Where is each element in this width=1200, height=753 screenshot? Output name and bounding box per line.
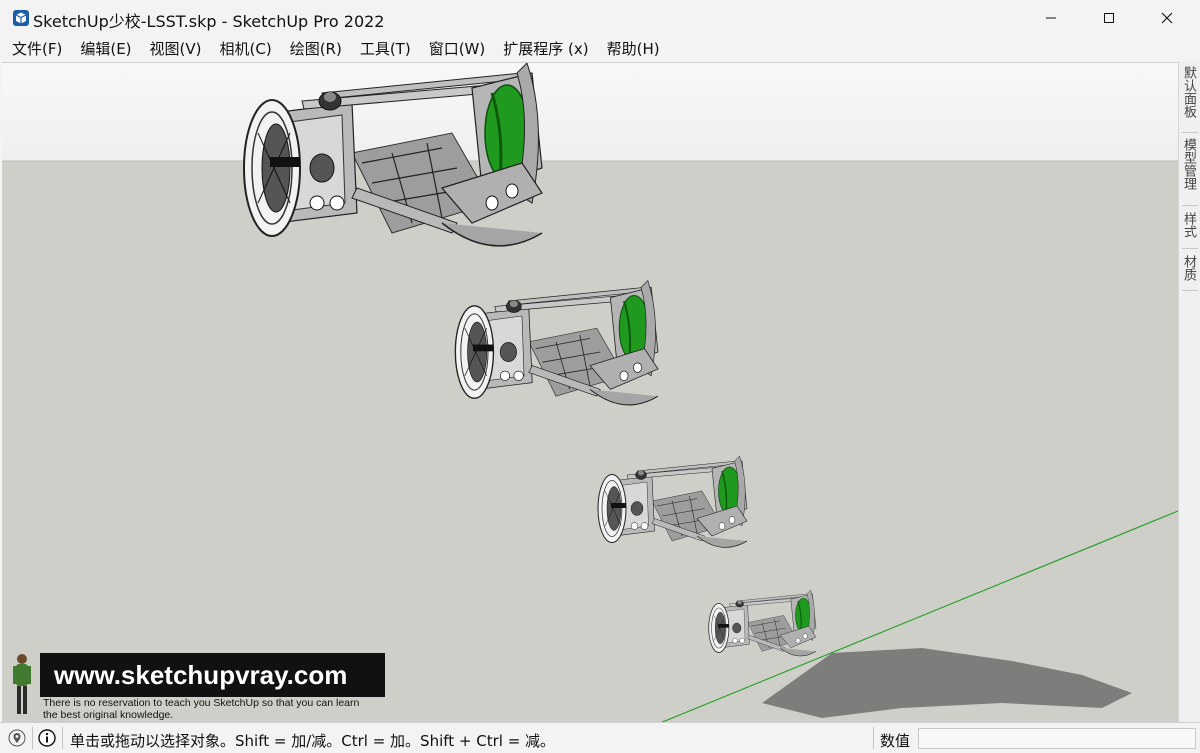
menu-view[interactable]: 视图(V) [142,36,210,62]
status-divider [62,727,63,749]
sky [2,63,1178,161]
menu-file[interactable]: 文件(F) [4,36,70,62]
maximize-icon [1104,13,1114,23]
scene-canvas [2,63,1178,722]
status-divider [873,727,874,749]
watermark-caption-2: the best original knowledge. [43,709,174,721]
sketchup-logo-icon [13,10,29,26]
default-tray: 默认面板 模型管理 样式 材质 [1178,62,1200,722]
status-divider [32,727,33,749]
menu-help[interactable]: 帮助(H) [599,36,668,62]
menu-tools[interactable]: 工具(T) [352,36,419,62]
model-viewport[interactable] [2,62,1178,722]
window-title: SketchUp少校-LSST.skp - SketchUp Pro 2022 [33,12,385,31]
menu-draw[interactable]: 绘图(R) [282,36,350,62]
ground [2,161,1178,722]
tray-tab-styles[interactable]: 样式 [1181,212,1198,238]
tray-tab-default-panel[interactable]: 默认面板 [1181,66,1198,118]
title-bar: SketchUp少校-LSST.skp - SketchUp Pro 2022 [0,0,1200,36]
watermark-caption-1: There is no reservation to teach you Ske… [43,697,360,709]
menu-edit[interactable]: 编辑(E) [72,36,139,62]
sketchup-window: SketchUp少校-LSST.skp - SketchUp Pro 2022 … [0,0,1200,753]
watermark-url: www.sketchupvray.com [54,660,348,690]
close-icon [1161,12,1173,24]
menu-camera[interactable]: 相机(C) [212,36,280,62]
tray-tab-model-manager[interactable]: 模型管理 [1181,138,1198,190]
menu-window[interactable]: 窗口(W) [421,36,494,62]
status-hint-text: 单击或拖动以选择对象。Shift = 加/减。Ctrl = 加。Shift + … [70,732,556,750]
tray-separator [1182,132,1198,133]
measurements-label: 数值 [880,732,911,750]
tray-separator [1182,205,1198,206]
scale-figure-person [13,654,31,714]
minimize-button[interactable] [1022,0,1080,36]
measurements-input[interactable] [918,728,1196,749]
minimize-icon [1046,17,1056,19]
location-icon[interactable] [8,729,26,747]
maximize-button[interactable] [1080,0,1138,36]
tray-separator [1182,248,1198,249]
close-button[interactable] [1138,0,1196,36]
menu-extensions[interactable]: 扩展程序 (x) [495,36,596,62]
menu-bar: 文件(F) 编辑(E) 视图(V) 相机(C) 绘图(R) 工具(T) 窗口(W… [0,36,1200,62]
status-bar: 单击或拖动以选择对象。Shift = 加/减。Ctrl = 加。Shift + … [0,722,1200,753]
tray-separator [1182,290,1198,291]
tray-tab-materials[interactable]: 材质 [1181,255,1198,281]
info-icon[interactable] [38,729,56,747]
